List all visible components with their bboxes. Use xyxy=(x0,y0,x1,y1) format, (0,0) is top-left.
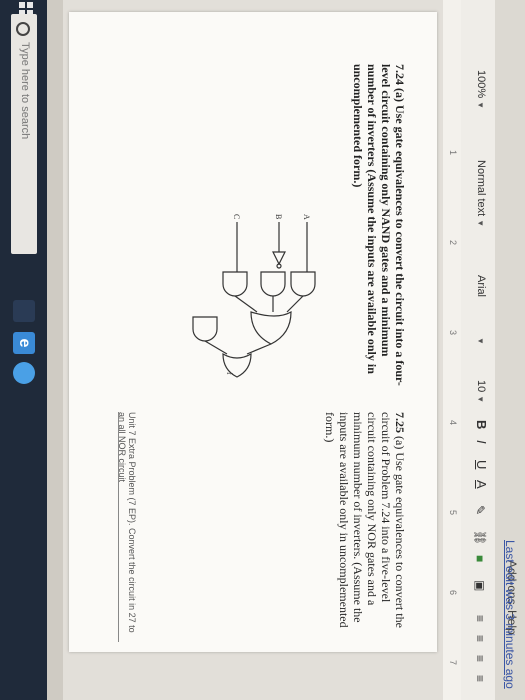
ruler-mark: 5 xyxy=(448,510,458,516)
windows-taskbar: Type here to search e xyxy=(0,0,47,700)
ruler-mark: 2 xyxy=(448,240,458,246)
align-right-icon[interactable]: ≡ xyxy=(473,655,487,662)
rotated-screen: Add-ons Help Last edit was 3 minutes ago… xyxy=(0,0,525,700)
comment-icon[interactable]: ■ xyxy=(473,555,487,562)
font-size-value: 10 xyxy=(475,380,487,393)
edge-browser-icon[interactable]: e xyxy=(13,332,35,354)
highlight-icon[interactable]: ✎ xyxy=(473,505,487,515)
image-icon[interactable]: ▣ xyxy=(473,580,487,591)
chevron-down-icon: ▼ xyxy=(476,219,485,228)
last-edit-wrap: Last edit was 3 minutes ago xyxy=(501,540,519,700)
task-view-icon[interactable] xyxy=(13,300,35,322)
ruler-mark: 7 xyxy=(448,660,458,666)
bold-button[interactable]: B xyxy=(474,420,489,429)
problem-7-24: 7.24 (a) Use gate equivalences to conver… xyxy=(351,64,407,394)
last-edit-link[interactable]: Last edit was 3 minutes ago xyxy=(503,540,517,689)
chevron-down-icon: ▼ xyxy=(476,101,485,110)
font-select[interactable]: Arial ▼ xyxy=(475,275,487,345)
problem-number: 7.24 xyxy=(393,64,407,85)
chrome-icon[interactable] xyxy=(13,362,35,384)
ruler-mark: 6 xyxy=(448,590,458,596)
input-a-label: A xyxy=(302,214,311,220)
unit-extra-problem-caption: Unit 7 Extra Problem (7 EP). Convert the… xyxy=(117,412,137,633)
ruler-mark: 4 xyxy=(448,420,458,426)
search-placeholder: Type here to search xyxy=(19,42,31,140)
output-f-label: f xyxy=(225,372,234,375)
link-icon[interactable]: ⛓ xyxy=(473,530,487,545)
problem-number: 7.25 xyxy=(393,412,407,433)
taskbar-search-box[interactable]: Type here to search xyxy=(11,14,37,254)
ruler-mark: 1 xyxy=(448,150,458,156)
logic-circuit-diagram: A B C f xyxy=(192,214,316,378)
toolbar: 100%▼ Normal text▼ Arial▼ 10▼ B I U A ✎ … xyxy=(460,0,495,700)
input-c-label: C xyxy=(232,214,241,219)
window-bottom-edge xyxy=(47,0,63,700)
input-b-label: B xyxy=(274,214,283,219)
document-area: 7.24 (a) Use gate equivalences to conver… xyxy=(63,0,443,700)
divider xyxy=(118,412,119,642)
cortana-icon xyxy=(16,22,30,36)
problem-text: (a) Use gate equivalences to convert the… xyxy=(351,64,407,386)
style-select[interactable]: Normal text ▼ xyxy=(475,160,487,227)
problem-7-25: 7.25 (a) Use gate equivalences to conver… xyxy=(323,412,407,632)
align-center-icon[interactable]: ≡ xyxy=(473,635,487,642)
zoom-select[interactable]: 100% ▼ xyxy=(475,70,487,109)
style-value: Normal text xyxy=(475,160,487,217)
text-color-button[interactable]: A xyxy=(474,480,489,489)
photo-background: Add-ons Help Last edit was 3 minutes ago… xyxy=(0,0,525,700)
font-size-select[interactable]: 10 ▼ xyxy=(475,380,487,403)
font-value: Arial xyxy=(475,275,487,298)
chevron-down-icon: ▼ xyxy=(476,395,485,404)
ruler[interactable]: 1 2 3 4 5 6 7 xyxy=(442,0,461,700)
problem-text: (a) Use gate equivalences to convert the… xyxy=(323,412,407,628)
chevron-down-icon: ▼ xyxy=(476,337,485,345)
document-page[interactable]: 7.24 (a) Use gate equivalences to conver… xyxy=(69,12,437,652)
align-left-icon[interactable]: ≡ xyxy=(473,615,487,622)
zoom-value: 100% xyxy=(475,70,487,99)
justify-icon[interactable]: ≡ xyxy=(473,675,487,682)
underline-button[interactable]: U xyxy=(474,460,489,469)
ruler-mark: 3 xyxy=(448,330,458,336)
italic-button[interactable]: I xyxy=(474,440,489,444)
